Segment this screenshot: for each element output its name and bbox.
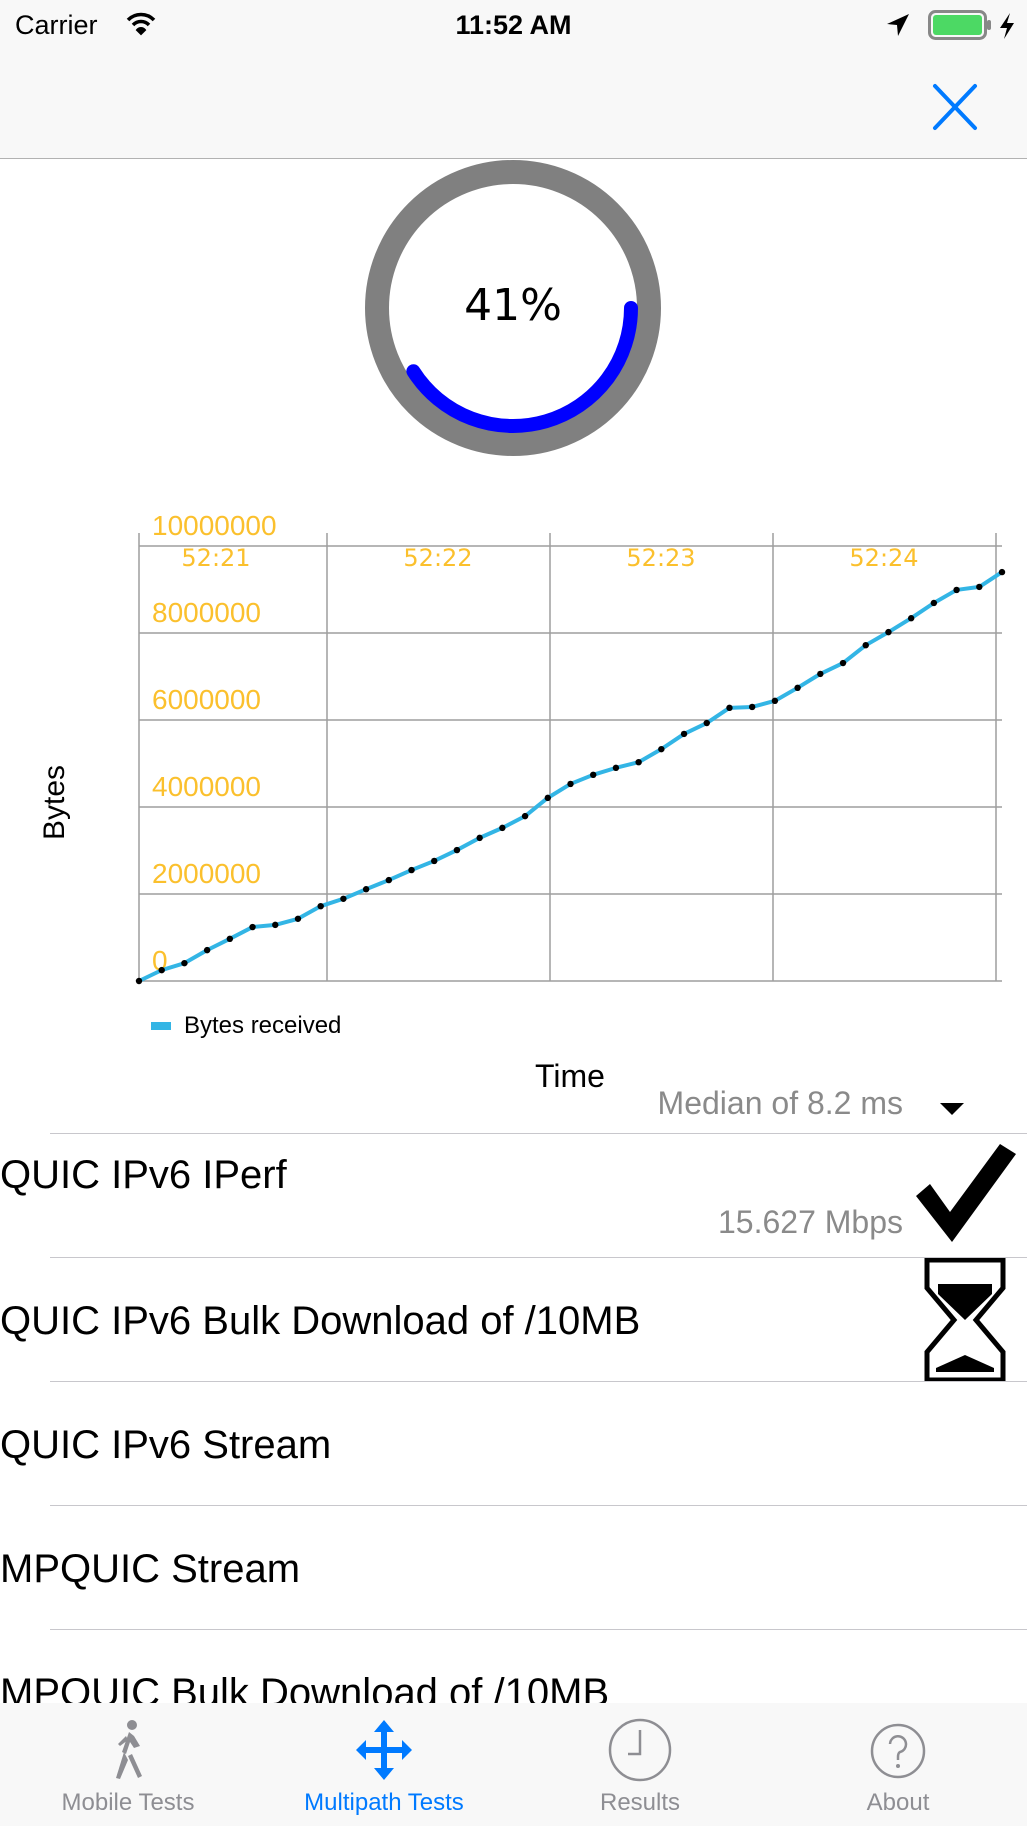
data-point [658,745,665,753]
data-point [158,966,165,974]
row-subtitle: Median of 8.2 ms [657,1090,903,1121]
status-bar: Carrier 11:52 AM [0,0,1027,52]
location-arrow-icon [887,14,909,36]
y-tick-label: 6000000 [152,684,261,715]
x-tick-label: 52:23 [626,544,695,572]
data-point [862,641,869,649]
data-point [362,886,370,893]
data-point [453,846,461,854]
x-tick-label: 52:24 [849,544,918,572]
data-point [476,834,483,842]
data-point [930,599,938,607]
data-point [635,758,642,766]
list-item[interactable]: QUIC IPv6 Bulk Download of /10MB [0,1258,1027,1382]
data-point [521,812,529,820]
close-icon[interactable] [925,77,985,137]
battery-icon [928,10,991,40]
data-point [544,794,551,802]
row-title: QUIC IPv6 Bulk Download of /10MB [0,1299,641,1343]
bytes-received-chart: 020000004000000600000080000001000000052:… [135,510,1006,985]
data-point [340,895,347,902]
clock-icon [608,1718,672,1782]
data-point [249,923,256,931]
row-title: MPQUIC Bulk Download of /10MB [0,1671,610,1703]
data-point [590,771,597,779]
list-item[interactable]: MPQUIC Bulk Download of /10MB [0,1630,1027,1703]
data-point [885,628,892,636]
legend-label: Bytes received [184,1012,342,1039]
data-point [817,670,824,678]
y-tick-label: 2000000 [152,858,261,889]
data-point [294,915,302,922]
data-point [317,902,324,910]
data-point [998,568,1006,576]
progress-percent-label: 41% [464,280,562,331]
data-point [226,935,234,943]
list-item[interactable]: MPQUIC Stream [0,1506,1027,1629]
y-axis-label: Bytes [38,764,71,840]
data-point [794,684,801,692]
data-point [839,659,847,667]
data-point [408,866,415,874]
list-item[interactable]: QUIC IPv6 IPerf 15.627 Mbps [0,1134,1027,1257]
data-point [726,704,733,712]
tab-mobile-tests[interactable]: Mobile Tests [0,1703,256,1826]
y-tick-label: 10000000 [152,510,277,541]
data-point [748,703,756,711]
list-item[interactable]: QUIC IPv6 Stream [0,1382,1027,1505]
row-subtitle: 15.627 Mbps [717,1204,903,1240]
checkmark-icon [916,1144,1016,1242]
navigation-bar [0,52,1027,159]
data-point [567,780,574,788]
data-point [612,764,620,772]
data-point [771,697,779,705]
data-point [907,615,915,622]
tab-label: About [866,1789,930,1816]
question-circle-icon [870,1723,926,1779]
tab-label: Mobile Tests [61,1789,195,1816]
y-tick-label: 4000000 [152,771,261,802]
data-point [272,921,279,929]
data-point [680,730,688,738]
tab-results[interactable]: Results [512,1703,768,1826]
row-title: QUIC IPv6 Stream [0,1423,332,1467]
data-point [431,857,438,865]
data-point [953,586,960,594]
data-point [135,977,143,985]
data-point [703,719,710,727]
legend-swatch [151,1022,171,1030]
disclosure-triangle-icon[interactable] [938,1101,966,1117]
chart-legend: Bytes received [151,1012,341,1040]
x-tick-label: 52:22 [403,544,472,572]
data-point [499,824,506,832]
clock-time: 11:52 AM [455,10,572,40]
tab-label: Results [599,1789,681,1816]
y-tick-label: 8000000 [152,597,261,628]
list-item-partial[interactable]: Median of 8.2 ms [0,1090,1027,1133]
tab-bar: Mobile Tests Multipath Tests Results Abo… [0,1703,1027,1826]
data-point [976,583,983,591]
data-point [203,946,211,954]
row-title: MPQUIC Stream [0,1547,301,1591]
data-point [181,959,188,967]
test-list[interactable]: Median of 8.2 ms QUIC IPv6 IPerf 15.627 … [0,1090,1027,1703]
x-tick-label: 52:21 [181,544,250,572]
row-title: QUIC IPv6 IPerf [0,1153,287,1197]
tab-multipath-tests[interactable]: Multipath Tests [256,1703,512,1826]
data-point [385,876,393,884]
walking-person-icon [116,1720,142,1779]
tab-about[interactable]: About [770,1703,1026,1826]
charging-bolt-icon [1000,13,1014,39]
move-arrows-icon [356,1720,412,1780]
hourglass-icon [924,1258,1006,1382]
tab-label: Multipath Tests [304,1789,464,1816]
